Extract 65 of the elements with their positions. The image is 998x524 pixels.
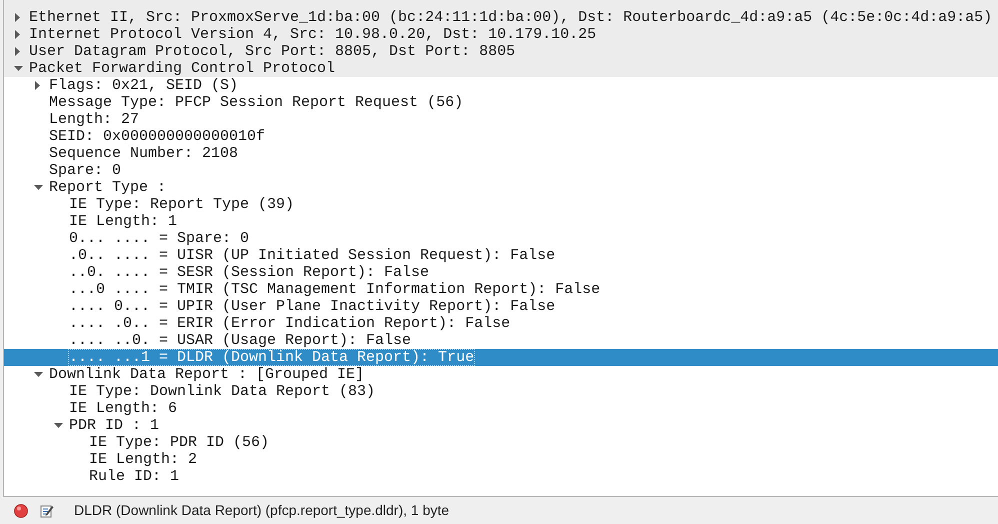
- tree-item-label: .0.. .... = UISR (UP Initiated Session Request): False: [68, 247, 556, 264]
- expand-arrow-icon[interactable]: [15, 13, 21, 22]
- tree-row[interactable]: Message Type: PFCP Session Report Request (56): [4, 94, 998, 111]
- tree-item-label: Length: 27: [48, 111, 140, 128]
- status-text: DLDR (Downlink Data Report) (pfcp.report_type.dldr), 1 byte: [74, 501, 450, 520]
- tree-row[interactable]: Internet Protocol Version 4, Src: 10.98.0.20, Dst: 10.179.10.25: [4, 26, 998, 43]
- tree-row[interactable]: Report Type :: [4, 179, 998, 196]
- tree-row[interactable]: .0.. .... = UISR (UP Initiated Session Request): False: [4, 247, 998, 264]
- edit-note-icon[interactable]: [40, 504, 54, 518]
- tree-row[interactable]: IE Type: Report Type (39): [4, 196, 998, 213]
- tree-item-label: IE Type: Downlink Data Report (83): [68, 383, 376, 400]
- tree-row[interactable]: IE Length: 2: [4, 451, 998, 468]
- tree-row[interactable]: Sequence Number: 2108: [4, 145, 998, 162]
- tree-row[interactable]: Length: 27: [4, 111, 998, 128]
- tree-item-label: IE Length: 6: [68, 400, 178, 417]
- tree-row[interactable]: Flags: 0x21, SEID (S): [4, 77, 998, 94]
- tree-item-label: IE Type: Report Type (39): [68, 196, 296, 213]
- tree-item-label: IE Length: 2: [88, 451, 198, 468]
- expand-arrow-icon[interactable]: [35, 81, 41, 90]
- tree-item-label: Packet Forwarding Control Protocol: [28, 60, 336, 77]
- tree-item-label: .... 0... = UPIR (User Plane Inactivity Report): False: [68, 298, 556, 315]
- expand-arrow-icon[interactable]: [15, 30, 21, 39]
- tree-item-label: ..0. .... = SESR (Session Report): False: [68, 264, 430, 281]
- tree-row[interactable]: Rule ID: 1: [4, 468, 998, 485]
- tree-row[interactable]: .... 0... = UPIR (User Plane Inactivity Report): False: [4, 298, 998, 315]
- tree-row[interactable]: User Datagram Protocol, Src Port: 8805, Dst Port: 8805: [4, 43, 998, 60]
- collapse-arrow-icon[interactable]: [14, 66, 22, 72]
- tree-row[interactable]: IE Type: PDR ID (56): [4, 434, 998, 451]
- collapse-arrow-icon[interactable]: [34, 372, 42, 378]
- tree-row[interactable]: 0... .... = Spare: 0: [4, 230, 998, 247]
- tree-item-label: .... .0.. = ERIR (Error Indication Report): False: [68, 315, 512, 332]
- tree-row[interactable]: IE Length: 1: [4, 213, 998, 230]
- tree-row[interactable]: Downlink Data Report : [Grouped IE]: [4, 366, 998, 383]
- tree-item-label: 0... .... = Spare: 0: [68, 230, 250, 247]
- tree-item-label: Flags: 0x21, SEID (S): [48, 77, 240, 94]
- tree-row[interactable]: IE Type: Downlink Data Report (83): [4, 383, 998, 400]
- collapse-arrow-icon[interactable]: [54, 422, 62, 428]
- tree-item-label: Internet Protocol Version 4, Src: 10.98.0.20, Dst: 10.179.10.25: [28, 26, 598, 43]
- tree-item-label: Downlink Data Report : [Grouped IE]: [48, 366, 366, 383]
- expand-arrow-icon[interactable]: [15, 47, 21, 56]
- tree-item-label: Sequence Number: 2108: [48, 145, 240, 162]
- tree-item-label: PDR ID : 1: [68, 417, 160, 434]
- tree-row[interactable]: .... ...1 = DLDR (Downlink Data Report): True: [4, 349, 998, 366]
- error-indicator-icon[interactable]: [14, 504, 28, 518]
- tree-item-label: Report Type :: [48, 179, 168, 196]
- tree-item-label: Message Type: PFCP Session Report Request (56): [48, 94, 464, 111]
- tree-item-label: Rule ID: 1: [88, 468, 180, 485]
- tree-row[interactable]: PDR ID : 1: [4, 417, 998, 434]
- tree-item-label: .... ...1 = DLDR (Downlink Data Report): True: [68, 349, 476, 366]
- tree-item-label: User Datagram Protocol, Src Port: 8805, Dst Port: 8805: [28, 43, 516, 60]
- tree-row[interactable]: IE Length: 6: [4, 400, 998, 417]
- tree-item-label: ...0 .... = TMIR (TSC Management Information Report): False: [68, 281, 602, 298]
- tree-row[interactable]: .... .0.. = ERIR (Error Indication Report): False: [4, 315, 998, 332]
- tree-row[interactable]: .... ..0. = USAR (Usage Report): False: [4, 332, 998, 349]
- tree-item-label: SEID: 0x000000000000010f: [48, 128, 266, 145]
- tree-item-label: .... ..0. = USAR (Usage Report): False: [68, 332, 412, 349]
- tree-item-label: IE Type: PDR ID (56): [88, 434, 270, 451]
- collapse-arrow-icon[interactable]: [34, 184, 42, 190]
- tree-row[interactable]: SEID: 0x000000000000010f: [4, 128, 998, 145]
- tree-row[interactable]: Spare: 0: [4, 162, 998, 179]
- tree-row[interactable]: Packet Forwarding Control Protocol: [4, 60, 998, 77]
- tree-row[interactable]: ..0. .... = SESR (Session Report): False: [4, 264, 998, 281]
- tree-row[interactable]: ...0 .... = TMIR (TSC Management Information Report): False: [4, 281, 998, 298]
- tree-item-label: Spare: 0: [48, 162, 122, 179]
- tree-item-label: IE Length: 1: [68, 213, 178, 230]
